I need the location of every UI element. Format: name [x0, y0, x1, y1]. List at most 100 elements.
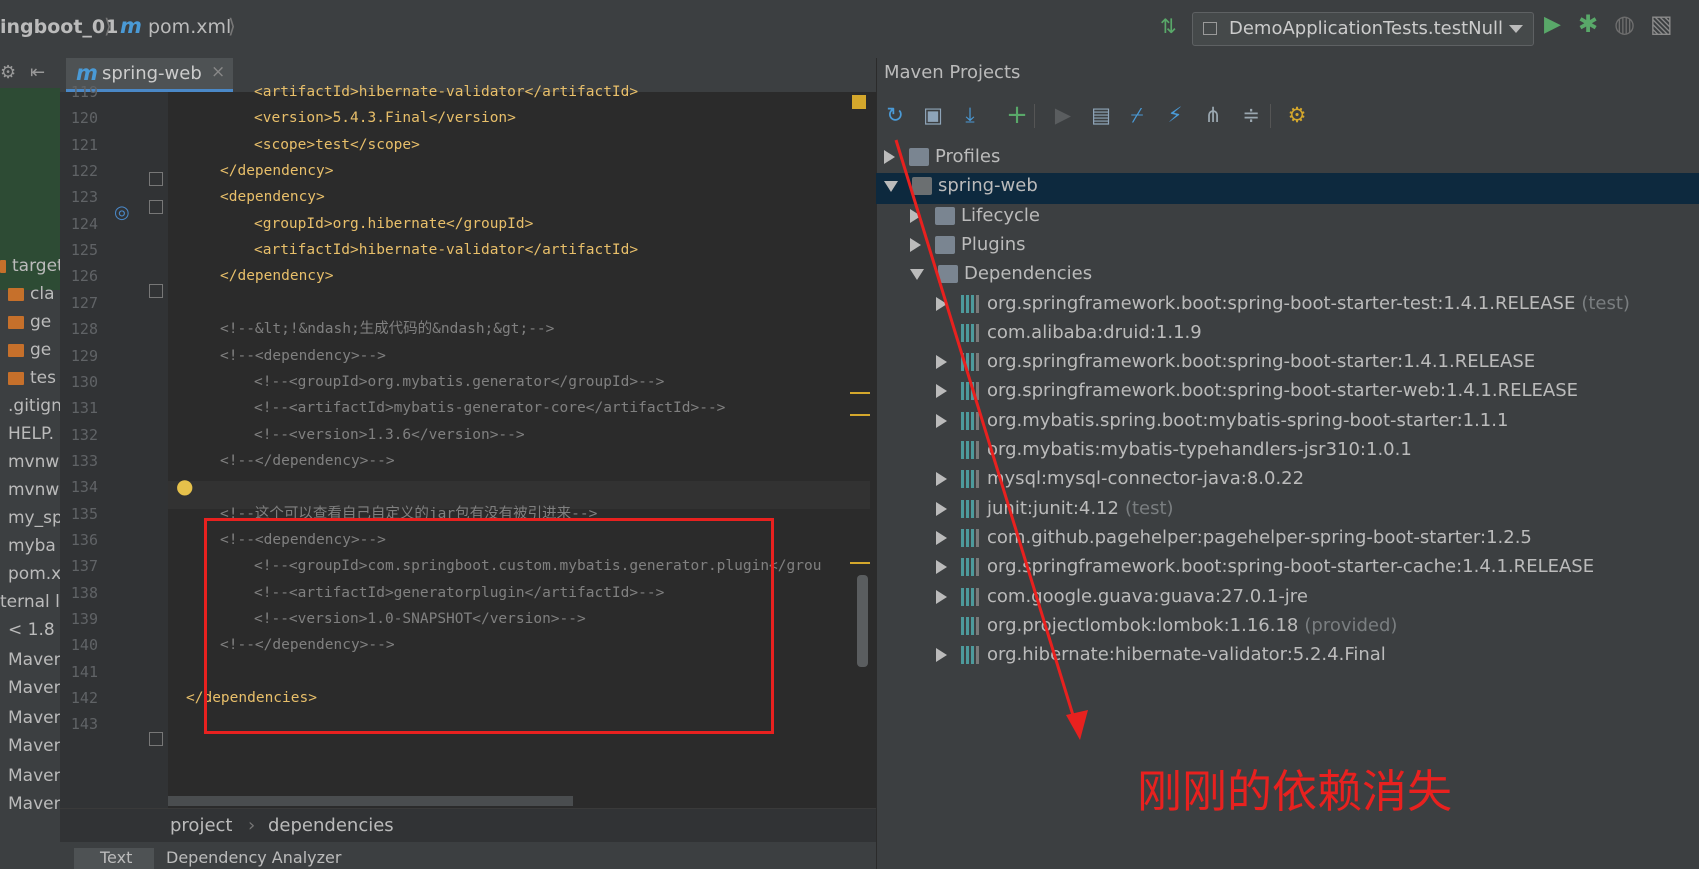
- tree-item[interactable]: Maven: [8, 650, 60, 678]
- download-icon[interactable]: ⤓: [957, 102, 983, 128]
- code-line[interactable]: <artifactId>hibernate-validator</artifac…: [254, 236, 638, 265]
- line-number: 142: [70, 689, 98, 708]
- code-editor[interactable]: [60, 58, 876, 869]
- tree-item[interactable]: ge: [0, 312, 51, 340]
- close-icon[interactable]: ×: [211, 62, 225, 82]
- breadcrumb-project[interactable]: project: [170, 815, 232, 836]
- vcs-update-icon[interactable]: ⇅: [1160, 14, 1177, 38]
- horizontal-scrollbar[interactable]: [168, 796, 573, 806]
- tree-item[interactable]: Maven: [8, 794, 60, 822]
- line-number: 123: [70, 188, 98, 207]
- breadcrumb-dependencies[interactable]: dependencies: [268, 815, 394, 836]
- chevron-down-icon: [1509, 25, 1523, 33]
- fold-marker-icon[interactable]: [149, 284, 163, 298]
- tree-item[interactable]: < 1.8: [8, 620, 55, 648]
- tree-item[interactable]: Maven: [8, 678, 60, 706]
- line-number: 126: [70, 267, 98, 286]
- line-number: 132: [70, 425, 98, 444]
- code-line[interactable]: <version>5.4.3.Final</version>: [254, 104, 516, 133]
- annotation-text: 刚刚的依赖消失: [1137, 765, 1453, 818]
- line-number: 127: [70, 293, 98, 312]
- tree-item-label: ge: [30, 312, 52, 332]
- override-marker-icon[interactable]: ◎: [114, 202, 130, 223]
- tree-item[interactable]: .gitign: [8, 396, 60, 424]
- navigation-bar: ingboot_01 ⟩ m pom.xml ⟩ ⇅ DemoApplicati…: [0, 0, 1699, 59]
- tree-item[interactable]: cla: [0, 284, 55, 312]
- tree-item-label: target: [12, 256, 60, 276]
- line-number: 119: [70, 83, 98, 101]
- settings-icon[interactable]: ⚙: [0, 62, 16, 83]
- tree-item[interactable]: Maven: [8, 766, 60, 794]
- line-number: 134: [70, 478, 98, 497]
- code-line[interactable]: <scope>test</scope>: [254, 131, 420, 160]
- xml-breadcrumb: project › dependencies: [60, 808, 876, 843]
- warning-marker[interactable]: [850, 392, 870, 394]
- code-line[interactable]: <!--<groupId>org.mybatis.generator</grou…: [254, 368, 664, 397]
- tree-item-target[interactable]: target: [0, 256, 60, 284]
- code-line[interactable]: <!--&lt;!&ndash;生成代码的&ndash;&gt;-->: [220, 315, 554, 344]
- maven-settings-icon[interactable]: ⚙: [1284, 102, 1310, 128]
- project-breadcrumb[interactable]: ingboot_01: [0, 16, 118, 38]
- file-breadcrumb[interactable]: pom.xml: [148, 16, 231, 38]
- run-configuration-select[interactable]: DemoApplicationTests.testNull: [1192, 12, 1534, 46]
- run-goal-icon[interactable]: ▶: [1050, 102, 1076, 128]
- add-icon[interactable]: +: [1004, 102, 1030, 128]
- tree-item[interactable]: Maven: [8, 736, 60, 764]
- run-configuration-icon[interactable]: ▤: [1088, 102, 1114, 128]
- line-number: 133: [70, 451, 98, 470]
- fold-marker-icon[interactable]: [149, 732, 163, 746]
- warning-marker[interactable]: [850, 562, 870, 564]
- code-line[interactable]: <!--</dependency>-->: [220, 447, 395, 476]
- tree-item-label: cla: [30, 284, 55, 304]
- tree-item[interactable]: myba: [8, 536, 56, 564]
- tree-item[interactable]: ge: [0, 340, 51, 368]
- run-icon[interactable]: ▶: [1544, 12, 1561, 37]
- reimport-icon[interactable]: ↻: [882, 102, 908, 128]
- collapse-icon[interactable]: ⇤: [30, 62, 45, 83]
- lightbulb-icon[interactable]: ●: [176, 474, 193, 498]
- tree-item[interactable]: pom.x: [8, 564, 60, 592]
- fold-marker-icon[interactable]: [149, 172, 163, 186]
- tree-item[interactable]: Maven: [8, 708, 60, 736]
- tree-item[interactable]: mvnw: [8, 452, 59, 480]
- tree-item[interactable]: tes: [0, 368, 56, 396]
- code-line[interactable]: </dependency>: [220, 262, 334, 291]
- breadcrumb-separator: ›: [248, 815, 256, 836]
- folder-icon: [0, 259, 6, 273]
- code-line[interactable]: <!--<artifactId>mybatis-generator-core</…: [254, 394, 725, 423]
- warning-marker[interactable]: [850, 414, 870, 416]
- folder-icon: [8, 315, 24, 329]
- tree-item[interactable]: ternal l: [0, 592, 60, 620]
- generate-sources-icon[interactable]: ▣: [920, 102, 946, 128]
- tree-item[interactable]: HELP.: [8, 424, 54, 452]
- tab-text[interactable]: Text: [74, 848, 154, 869]
- tab-dependency-analyzer[interactable]: Dependency Analyzer: [156, 848, 416, 869]
- inspection-status-icon[interactable]: [852, 95, 866, 109]
- toolbar-separator: [1034, 104, 1035, 128]
- line-number: 124: [70, 214, 98, 233]
- line-number: 141: [70, 662, 98, 681]
- skip-tests-icon[interactable]: ⚡: [1162, 102, 1188, 128]
- vertical-scrollbar[interactable]: [857, 575, 868, 667]
- folder-icon: [8, 343, 24, 357]
- show-dependencies-icon[interactable]: ⋔: [1200, 102, 1226, 128]
- tree-item[interactable]: my_sp: [8, 508, 60, 536]
- debug-icon[interactable]: ✱: [1578, 10, 1598, 38]
- line-number: 140: [70, 636, 98, 655]
- code-line[interactable]: <artifactId>hibernate-validator</artifac…: [254, 78, 638, 107]
- code-line[interactable]: <!--<dependency>-->: [220, 342, 386, 371]
- collapse-all-icon[interactable]: ≑: [1238, 102, 1264, 128]
- fold-marker-icon[interactable]: [149, 200, 163, 214]
- code-line[interactable]: <!--<version>1.3.6</version>-->: [254, 421, 525, 450]
- dependency-scope: (test): [1581, 292, 1630, 314]
- code-line[interactable]: <groupId>org.hibernate</groupId>: [254, 210, 533, 239]
- line-number: 143: [70, 715, 98, 734]
- breadcrumb-separator: ⟩: [104, 14, 112, 38]
- toggle-offline-icon[interactable]: ⌿: [1124, 102, 1150, 128]
- coverage-icon[interactable]: ◍: [1614, 10, 1635, 38]
- code-line[interactable]: <dependency>: [220, 183, 325, 212]
- tree-item[interactable]: mvnw: [8, 480, 59, 508]
- code-line[interactable]: </dependency>: [220, 157, 334, 186]
- profile-icon[interactable]: ▧: [1650, 10, 1673, 38]
- editor-bottom-tabs: Text Dependency Analyzer: [60, 842, 876, 869]
